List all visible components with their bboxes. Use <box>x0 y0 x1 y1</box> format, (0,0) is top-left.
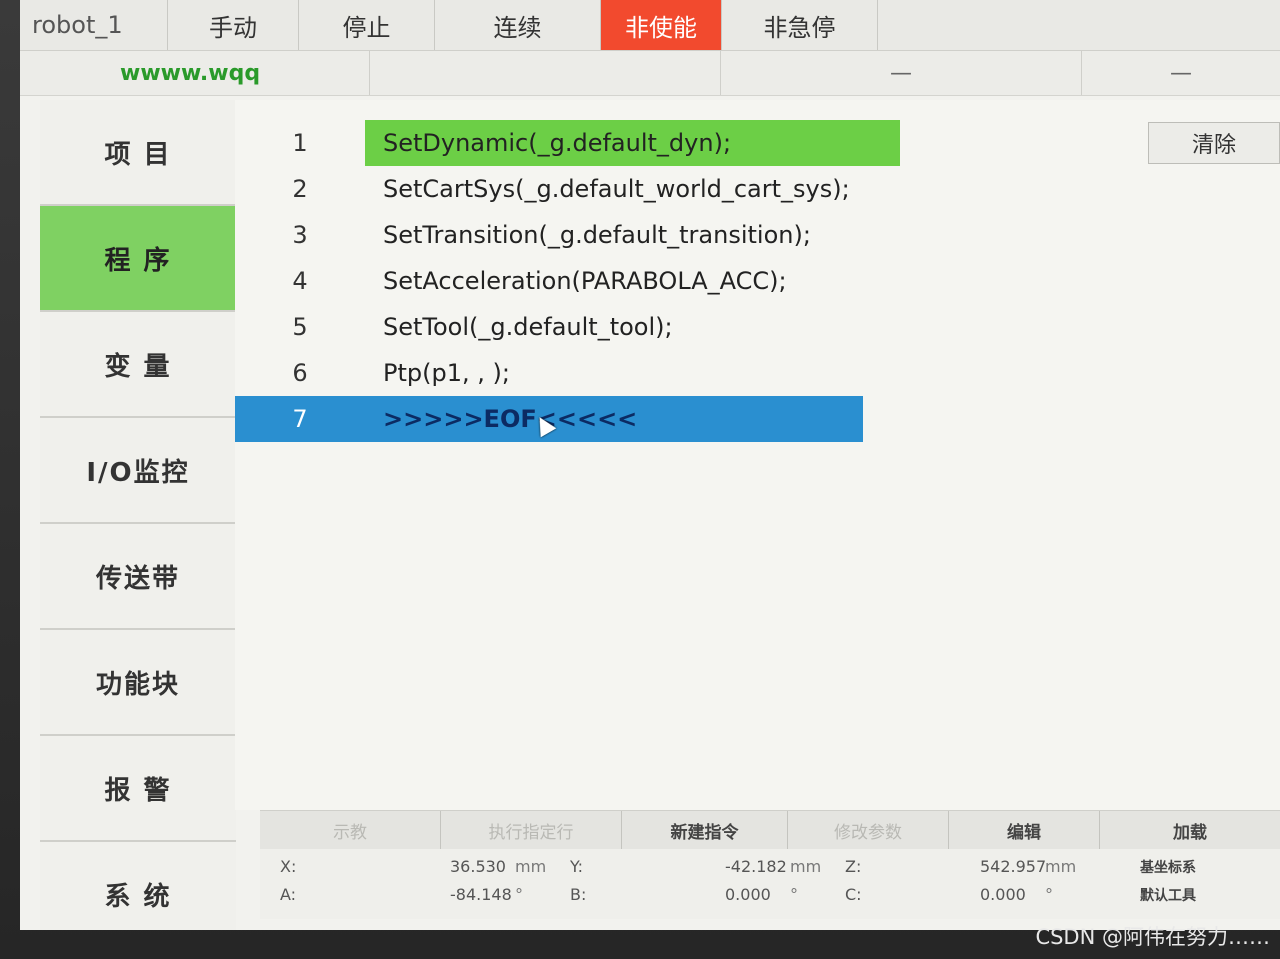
subbar-blank <box>370 51 721 95</box>
y-label: Y: <box>570 857 584 876</box>
edit-button[interactable]: 编辑 <box>949 811 1100 849</box>
new-instruction-button[interactable]: 新建指令 <box>622 811 788 849</box>
tool-label[interactable]: 默认工具 <box>1140 885 1196 905</box>
load-button[interactable]: 加载 <box>1100 811 1280 849</box>
code-line-selected[interactable]: 7 >>>>>EOF<<<<< <box>235 396 863 442</box>
sidebar-item-variables[interactable]: 变 量 <box>40 312 236 418</box>
line-number: 6 <box>292 359 308 387</box>
stop-tab[interactable]: 停止 <box>299 0 435 50</box>
line-code: SetAcceleration(PARABOLA_ACC); <box>383 267 787 295</box>
run-selected-line-button[interactable]: 执行指定行 <box>441 811 622 849</box>
sidebar-item-conveyor[interactable]: 传送带 <box>40 524 236 630</box>
sidebar-item-program[interactable]: 程 序 <box>40 206 236 312</box>
code-line[interactable]: 2 SetCartSys(_g.default_world_cart_sys); <box>235 166 1135 212</box>
line-number: 3 <box>292 221 308 249</box>
program-editor: 清除 1 SetDynamic(_g.default_dyn); 2 SetCa… <box>235 100 1280 810</box>
sidebar-item-function-block[interactable]: 功能块 <box>40 630 236 736</box>
code-line[interactable]: 5 SetTool(_g.default_tool); <box>235 304 1135 350</box>
topbar-empty <box>878 0 1280 50</box>
c-label: C: <box>845 885 862 904</box>
subbar-dash-1: — <box>721 51 1082 95</box>
coords-row-abc: A: -84.148 ° B: 0.000 ° C: 0.000 ° 默认工具 <box>260 885 1280 915</box>
sidebar: 项 目 程 序 变 量 I/O监控 传送带 功能块 报 警 系 统 <box>40 100 236 930</box>
line-code: SetTransition(_g.default_transition); <box>383 221 811 249</box>
no-estop-tab[interactable]: 非急停 <box>722 0 878 50</box>
position-readout: X: 36.530 mm Y: -42.182 mm Z: 542.957 mm… <box>260 849 1280 919</box>
modify-params-button[interactable]: 修改参数 <box>788 811 949 849</box>
hmi-screen: robot_1 手动 停止 连续 非使能 非急停 wwww.wqq — — 项 … <box>20 0 1280 930</box>
b-label: B: <box>570 885 587 904</box>
code-line[interactable]: 4 SetAcceleration(PARABOLA_ACC); <box>235 258 1135 304</box>
b-unit: ° <box>790 885 798 904</box>
x-unit: mm <box>515 857 547 876</box>
sidebar-item-io-monitor[interactable]: I/O监控 <box>40 418 236 524</box>
disabled-status-tab[interactable]: 非使能 <box>601 0 722 50</box>
coords-row-xyz: X: 36.530 mm Y: -42.182 mm Z: 542.957 mm… <box>260 857 1280 887</box>
line-code: SetCartSys(_g.default_world_cart_sys); <box>383 175 850 203</box>
z-value: 542.957 <box>980 857 1047 876</box>
sidebar-item-project[interactable]: 项 目 <box>40 100 236 206</box>
line-number: 1 <box>292 129 308 157</box>
a-label: A: <box>280 885 297 904</box>
line-number: 7 <box>292 405 308 433</box>
a-unit: ° <box>515 885 523 904</box>
watermark: CSDN @阿伟在努力…… <box>1035 925 1270 949</box>
x-value: 36.530 <box>450 857 506 876</box>
line-code: >>>>>EOF<<<<< <box>383 405 638 433</box>
c-value: 0.000 <box>980 885 1026 904</box>
sidebar-item-system[interactable]: 系 统 <box>40 842 236 930</box>
code-line[interactable]: 6 Ptp(p1, , ); <box>235 350 1135 396</box>
line-number: 4 <box>292 267 308 295</box>
teach-button[interactable]: 示教 <box>260 811 441 849</box>
line-code: Ptp(p1, , ); <box>383 359 510 387</box>
x-label: X: <box>280 857 297 876</box>
line-number: 2 <box>292 175 308 203</box>
a-value: -84.148 <box>450 885 512 904</box>
robot-name: robot_1 <box>20 0 168 50</box>
line-code: SetTool(_g.default_tool); <box>383 313 673 341</box>
continuous-tab[interactable]: 连续 <box>435 0 601 50</box>
y-unit: mm <box>790 857 822 876</box>
line-code: SetDynamic(_g.default_dyn); <box>365 120 900 166</box>
subbar-dash-2: — <box>1170 60 1192 86</box>
frame-label[interactable]: 基坐标系 <box>1140 857 1196 877</box>
z-unit: mm <box>1045 857 1077 876</box>
c-unit: ° <box>1045 885 1053 904</box>
program-name: wwww.wqq <box>20 51 370 95</box>
clear-button[interactable]: 清除 <box>1148 122 1280 164</box>
sidebar-item-alarm[interactable]: 报 警 <box>40 736 236 842</box>
code-line[interactable]: 1 SetDynamic(_g.default_dyn); <box>235 120 1135 166</box>
code-list: 1 SetDynamic(_g.default_dyn); 2 SetCartS… <box>235 120 1135 442</box>
line-number: 5 <box>292 313 308 341</box>
b-value: 0.000 <box>725 885 771 904</box>
z-label: Z: <box>845 857 862 876</box>
sub-status-bar: wwww.wqq — — <box>20 51 1280 96</box>
y-value: -42.182 <box>725 857 787 876</box>
code-line[interactable]: 3 SetTransition(_g.default_transition); <box>235 212 1135 258</box>
mode-manual-tab[interactable]: 手动 <box>168 0 299 50</box>
bottom-toolbar: 示教 执行指定行 新建指令 修改参数 编辑 加载 <box>260 810 1280 849</box>
top-status-bar: robot_1 手动 停止 连续 非使能 非急停 <box>20 0 1280 51</box>
